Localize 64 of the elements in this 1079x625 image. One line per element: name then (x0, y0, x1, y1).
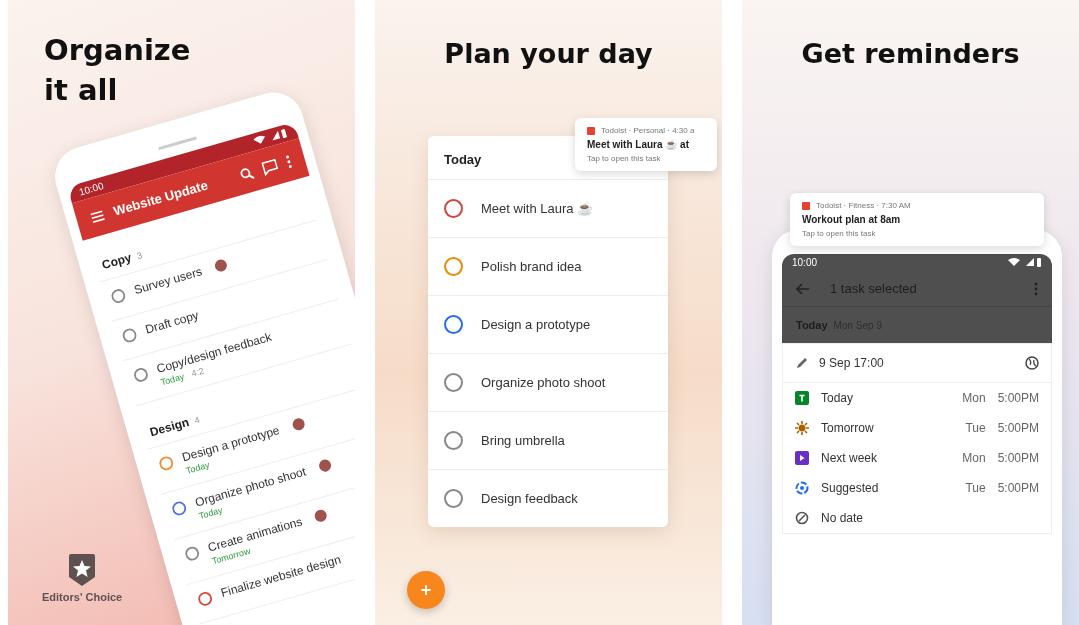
task-title: Design a prototype (481, 317, 591, 332)
badge-star-icon (67, 553, 98, 587)
task-checkbox[interactable] (444, 257, 463, 276)
task-checkbox[interactable] (157, 454, 175, 472)
status-icons (1008, 258, 1042, 267)
notification-meta: Todoist · Fitness · 7:30 AM (816, 201, 911, 210)
task-title: Polish brand idea (481, 259, 582, 274)
task-checkbox[interactable] (120, 326, 139, 345)
pencil-icon (795, 356, 809, 370)
back-arrow-icon[interactable] (796, 282, 810, 295)
date-option[interactable]: Today Mon 5:00PM (783, 383, 1051, 413)
app-logo-icon (587, 126, 595, 135)
notification-title: Workout plan at 8am (802, 214, 902, 225)
headline: Organize it all (43, 32, 192, 109)
notification-meta: Todoist · Personal · 4:30 a (601, 126, 695, 135)
date-option[interactable]: No date (783, 503, 1051, 533)
headline: Get reminders (800, 37, 1021, 71)
status-icons (252, 128, 289, 147)
project-title: Website Update (111, 176, 211, 219)
task-checkbox[interactable] (196, 590, 214, 608)
section-count: 3 (135, 250, 144, 262)
menu-icon[interactable] (89, 208, 106, 224)
status-time: 10:00 (792, 257, 818, 268)
task-checkbox[interactable] (132, 366, 150, 384)
date-option[interactable]: Tomorrow Tue 5:00PM (783, 413, 1051, 443)
task-checkbox[interactable] (183, 545, 201, 563)
task-checkbox[interactable] (170, 499, 188, 518)
more-icon[interactable] (284, 154, 293, 169)
comment-icon[interactable] (260, 157, 280, 176)
due-date: Today (159, 371, 186, 388)
task-title: Bring umbrella (481, 433, 565, 448)
more-icon[interactable] (1034, 281, 1038, 296)
task-checkbox[interactable] (444, 199, 463, 218)
date-option[interactable]: Next week Mon 5:00PM (783, 443, 1051, 473)
app-logo-icon (802, 201, 810, 210)
task-row[interactable]: Bring umbrella (428, 412, 668, 470)
date-input-field[interactable]: 9 Sep 17:00 (783, 344, 1051, 383)
task-checkbox[interactable] (444, 373, 463, 392)
task-checkbox[interactable] (444, 489, 463, 508)
task-checkbox[interactable] (109, 287, 127, 305)
task-row[interactable]: Meet with Laura ☕ (428, 180, 668, 238)
task-checkbox[interactable] (444, 315, 463, 334)
badge-label: Editors' Choice (42, 591, 123, 603)
task-row[interactable]: Design a prototype (428, 296, 668, 354)
section-name: Design (148, 414, 191, 440)
date-option[interactable]: Suggested Tue 5:00PM (783, 473, 1051, 503)
notification-text: Tap to open this task (587, 154, 662, 163)
task-row[interactable]: Organize photo shoot (428, 354, 668, 412)
section-name: Copy (100, 250, 133, 272)
status-time: 10:00 (77, 180, 105, 198)
notification-toast[interactable]: Todoist · Personal · 4:30 a Meet with Laura ☕ at Tap to open this task (575, 118, 717, 171)
headline: Plan your day (443, 37, 654, 71)
task-title: Meet with Laura ☕ (481, 201, 594, 216)
task-title: Survey users (132, 264, 204, 298)
globe-icon[interactable] (1025, 356, 1039, 370)
task-row[interactable]: Polish brand idea (428, 238, 668, 296)
task-title: Design feedback (481, 491, 578, 506)
notification-text: Tap to open this task (802, 229, 877, 238)
task-title: Draft copy (143, 308, 201, 337)
task-title: Organize photo shoot (481, 375, 606, 390)
section-count: 4 (193, 414, 201, 426)
task-row[interactable]: Design feedback (428, 470, 668, 527)
task-checkbox[interactable] (444, 431, 463, 450)
notification-toast[interactable]: Todoist · Fitness · 7:30 AM Workout plan at 8am Tap to open this task (790, 193, 1044, 246)
